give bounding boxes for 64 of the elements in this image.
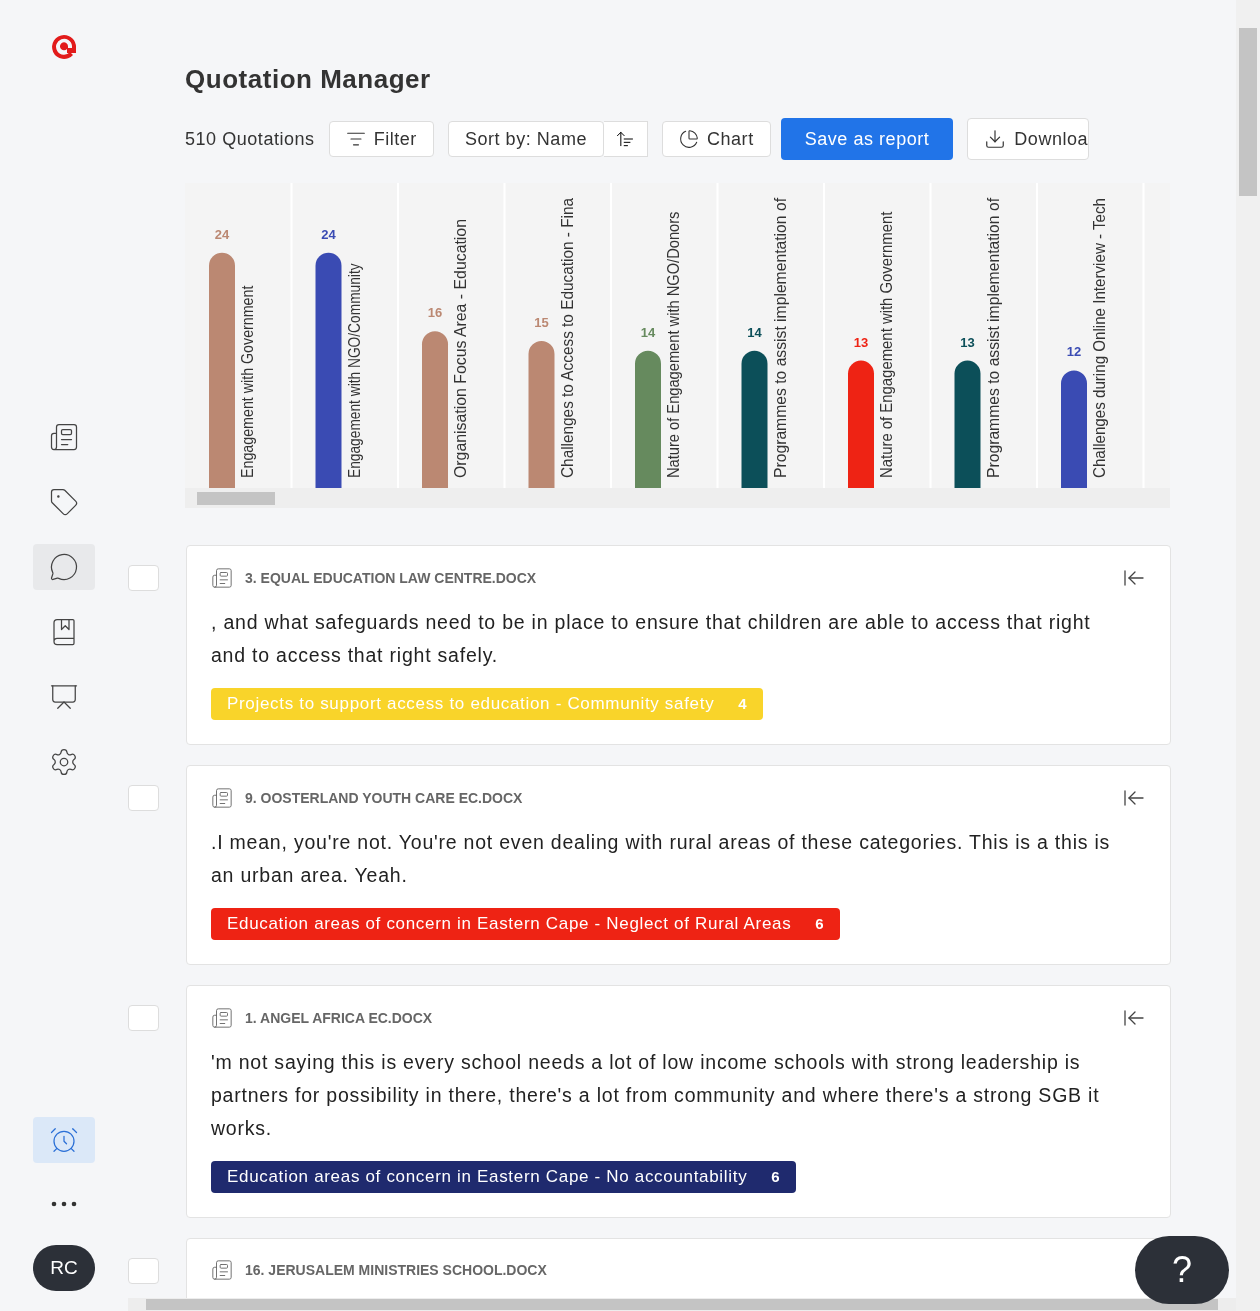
bar-value-label: 14 <box>640 324 656 340</box>
alarm-clock-icon <box>49 1125 79 1155</box>
checkbox[interactable] <box>128 785 159 811</box>
bar-value-label: 24 <box>214 226 230 242</box>
code-label: Projects to support access to education - Community safety <box>227 693 715 716</box>
bar-value-label: 15 <box>534 315 549 330</box>
file-name: 3. EQUAL EDUCATION LAW CENTRE.DOCX <box>245 568 537 588</box>
category-label: Engagement with NGO/Community <box>345 228 363 478</box>
category-label: Nature of Engagement with Government <box>878 191 895 478</box>
category-label: Programmes to assist implementation of <box>984 192 1002 478</box>
bar-value-label: 24 <box>321 226 336 242</box>
quotation-text: 'm not saying this is every school needs a lot of low income schools with strong leadership is partners for possibility in there, there's a lot from community and where there's a strong SGB it works. <box>211 1050 1101 1141</box>
code-label: Education areas of concern in Eastern Cape - Neglect of Rural Areas <box>227 913 792 936</box>
category-label: Nature of Engagement with NGO/Donors <box>665 187 682 478</box>
code-count: 6 <box>815 913 825 934</box>
bar-value-label: 16 <box>427 305 443 321</box>
document-icon <box>211 1007 233 1029</box>
pie-chart-icon <box>678 129 699 149</box>
sort-button[interactable]: Sort by: Name <box>447 121 604 157</box>
category-label: Organisation Focus Area - Education <box>452 216 469 478</box>
quotation-text: .I mean, you're not. You're not even dealing with rural areas of these categories. This is a this is an urban area. Yeah. <box>211 830 1112 888</box>
document-icon <box>211 1259 233 1281</box>
save-report-button[interactable]: Save as report <box>780 118 954 160</box>
sort-icon <box>615 129 636 149</box>
speech-bubble-icon <box>49 552 79 582</box>
sort-direction-button[interactable] <box>603 121 648 157</box>
help-button[interactable]: ? <box>1135 1236 1229 1304</box>
file-name: 16. JERUSALEM MINISTRIES SCHOOL.DOCX <box>245 1260 547 1280</box>
document-icon <box>211 567 233 589</box>
more-icon <box>51 1201 77 1207</box>
tag-icon <box>49 487 79 517</box>
file-name: 1. ANGEL AFRICA EC.DOCX <box>245 1008 433 1028</box>
horizontal-scrollbar[interactable] <box>128 1298 1236 1311</box>
file-name: 9. OOSTERLAND YOUTH CARE EC.DOCX <box>245 788 523 808</box>
bar-value-label: 13 <box>853 334 869 350</box>
bar-value-label: 12 <box>1066 344 1082 360</box>
document-icon <box>211 787 233 809</box>
filter-button[interactable]: Filter <box>328 121 434 157</box>
quotation-text: , and what safeguards need to be in place to ensure that children are able to access that right and to access that right safely. <box>211 610 1092 668</box>
category-label: Challenges during Online Interview - Tech <box>1091 183 1108 478</box>
document-icon <box>49 422 79 452</box>
quotation-count: 510 Quotations <box>185 127 315 151</box>
category-label: Programmes to assist implementation of <box>771 192 789 478</box>
bar-value-label: 14 <box>747 324 762 340</box>
category-label: Engagement with Government <box>239 261 256 478</box>
code-label: Education areas of concern in Eastern Cape - No accountability <box>227 1166 748 1189</box>
category-label: Challenges to Access to Education - Fina <box>558 186 576 478</box>
checkbox[interactable] <box>128 565 159 591</box>
checkbox[interactable] <box>128 1258 159 1284</box>
code-count: 6 <box>771 1166 781 1187</box>
settings-icon <box>49 747 79 777</box>
chart-scrollbar[interactable] <box>185 488 1170 508</box>
vertical-scrollbar[interactable] <box>1236 0 1260 1311</box>
presentation-icon <box>49 682 79 712</box>
user-avatar[interactable]: RC <box>33 1245 95 1291</box>
bar-value-label: 13 <box>960 334 975 350</box>
sidebar-item[interactable] <box>33 544 95 590</box>
chart-button[interactable]: Chart <box>661 121 771 157</box>
code-count: 4 <box>738 693 748 714</box>
checkbox[interactable] <box>128 1005 159 1031</box>
download-button[interactable]: Downloa <box>967 118 1090 160</box>
logo-icon[interactable] <box>49 32 79 62</box>
page-title: Quotation Manager <box>185 63 432 96</box>
download-icon <box>984 128 1007 150</box>
